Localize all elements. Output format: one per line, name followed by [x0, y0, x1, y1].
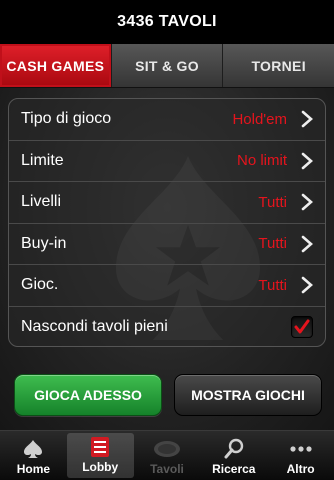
setting-label: Livelli — [21, 193, 62, 211]
tab-cash-games[interactable]: CASH GAMES — [0, 44, 111, 87]
tab-altro[interactable]: Altro — [267, 431, 334, 480]
setting-row-buy-in[interactable]: Buy-in Tutti — [9, 224, 325, 265]
chevron-right-icon — [301, 193, 313, 211]
setting-value: Tutti — [258, 276, 287, 294]
setting-row-limit[interactable]: Limite No limit — [9, 141, 325, 182]
setting-value: Tutti — [258, 235, 287, 253]
tab-lobby-label: Lobby — [82, 460, 119, 474]
tab-tornei[interactable]: TORNEI — [222, 44, 334, 87]
tab-tavoli-label: Tavoli — [150, 462, 184, 476]
setting-row-players[interactable]: Gioc. Tutti — [9, 265, 325, 307]
show-games-button[interactable]: MOSTRA GIOCHI — [174, 374, 322, 416]
setting-label: Limite — [21, 151, 64, 169]
tab-sit-and-go[interactable]: SIT & GO — [110, 44, 223, 87]
chevron-right-icon — [301, 152, 313, 170]
setting-value: Hold'em — [232, 110, 287, 128]
chevron-right-icon — [301, 110, 313, 128]
setting-label: Nascondi tavoli pieni — [21, 318, 168, 336]
title-bar: 3436 TAVOLI — [0, 0, 334, 44]
checkmark-icon — [294, 319, 310, 334]
hide-full-tables-checkbox[interactable] — [291, 316, 313, 339]
tab-home-label: Home — [16, 462, 51, 476]
tab-tavoli[interactable]: Tavoli — [134, 431, 201, 480]
setting-row-levels[interactable]: Livelli Tutti — [9, 182, 325, 224]
lobby-content: Tipo di gioco Hold'em Limite No limit Li… — [0, 88, 334, 430]
more-icon — [289, 446, 312, 452]
chevron-right-icon — [301, 235, 313, 253]
setting-value: Tutti — [258, 193, 287, 211]
setting-label: Tipo di gioco — [21, 110, 112, 128]
tab-tornei-label: TORNEI — [251, 57, 306, 74]
lobby-icon — [91, 437, 110, 457]
tab-ricerca-label: Ricerca — [212, 462, 256, 476]
setting-value: No limit — [236, 152, 287, 170]
setting-label: Buy-in — [21, 234, 67, 252]
setting-row-game-type[interactable]: Tipo di gioco Hold'em — [9, 99, 325, 141]
play-now-button[interactable]: GIOCA ADESSO — [14, 374, 162, 416]
tab-cash-games-label: CASH GAMES — [6, 57, 105, 74]
setting-label: Gioc. — [21, 276, 59, 294]
show-games-label: MOSTRA GIOCHI — [191, 387, 305, 403]
page-title: 3436 TAVOLI — [117, 13, 217, 30]
play-now-label: GIOCA ADESSO — [34, 387, 142, 403]
tab-sit-and-go-label: SIT & GO — [135, 57, 199, 74]
chevron-right-icon — [301, 276, 313, 294]
table-icon — [153, 441, 180, 457]
game-type-segmented-control: CASH GAMES SIT & GO TORNEI — [0, 44, 334, 88]
search-icon — [224, 438, 243, 459]
tab-ricerca[interactable]: Ricerca — [200, 431, 267, 480]
tab-home[interactable]: Home — [0, 431, 67, 480]
setting-row-hide-full: Nascondi tavoli pieni — [9, 307, 325, 347]
filter-settings-list: Tipo di gioco Hold'em Limite No limit Li… — [8, 98, 326, 347]
bottom-tab-bar: Home Lobby Tavoli Ricerca Altro — [0, 430, 334, 480]
tab-altro-label: Altro — [286, 462, 315, 476]
tab-lobby[interactable]: Lobby — [66, 433, 134, 478]
spade-icon — [24, 440, 43, 458]
